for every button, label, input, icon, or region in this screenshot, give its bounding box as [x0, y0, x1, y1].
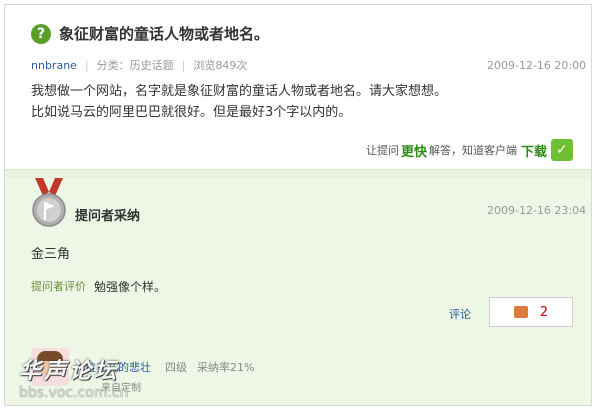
question-page: ? 象征财富的童话人物或者地名。 nnbrane | 分类：历史话题 | 浏览8…: [4, 4, 592, 406]
client-download-promo[interactable]: 让提问 更快 解答，知道客户端 下载 ✓: [366, 139, 573, 161]
question-header: ? 象征财富的童话人物或者地名。: [31, 23, 269, 44]
meta-divider: |: [84, 58, 89, 72]
question-body-line: 比如说马云的阿里巴巴就很好。但是最好3个字以内的。: [31, 105, 352, 120]
answer-text: 金三角: [31, 247, 71, 262]
comment-link[interactable]: 评论: [449, 306, 471, 322]
thumbs-up-icon: [513, 306, 528, 318]
adopted-label: 提问者采纳: [75, 209, 141, 224]
answerer-adoption-rate: 采纳率21%: [197, 361, 255, 374]
watermark-url: bbs.voc.com.cn: [19, 385, 129, 401]
evaluation-label: 提问者评价: [31, 280, 86, 293]
promo-prefix: 让提问: [365, 144, 399, 157]
promo-middle: 解答，知道客户端: [428, 144, 517, 157]
like-count: 2: [539, 304, 549, 320]
question-views: 浏览849次: [193, 59, 248, 72]
section-divider: [5, 169, 591, 178]
question-category[interactable]: 分类：历史话题: [97, 57, 174, 73]
like-button[interactable]: 2: [489, 297, 573, 327]
question-body: 我想做一个网站，名字就是象征财富的童话人物或者地名。请大家想想。 比如说马云的阿…: [31, 81, 447, 123]
promo-fast: 更快: [400, 144, 427, 160]
question-author-link[interactable]: nnbrane: [31, 59, 77, 72]
promo-download-link[interactable]: 下载: [521, 141, 547, 160]
watermark-text: 华声论坛: [19, 359, 120, 384]
question-date: 2009-12-16 20:00: [487, 58, 587, 72]
site-watermark: 华声论坛 bbs.voc.com.cn: [19, 353, 128, 401]
asker-evaluation: 提问者评价 勉强像个样。: [31, 278, 166, 295]
question-meta: nnbrane | 分类：历史话题 | 浏览849次 2009-12-16 20…: [31, 57, 586, 73]
evaluation-text: 勉强像个样。: [94, 280, 167, 294]
meta-divider: |: [181, 58, 186, 72]
answer-date: 2009-12-16 23:04: [487, 204, 587, 217]
download-check-icon[interactable]: ✓: [551, 139, 573, 161]
question-mark-icon: ?: [31, 23, 51, 44]
question-title: 象征财富的童话人物或者地名。: [59, 25, 270, 43]
answerer-level: 四级: [165, 361, 187, 374]
question-body-line: 我想做一个网站，名字就是象征财富的童话人物或者地名。请大家想想。: [31, 84, 448, 99]
medal-icon: [32, 178, 66, 227]
